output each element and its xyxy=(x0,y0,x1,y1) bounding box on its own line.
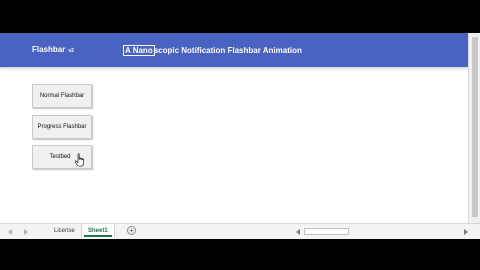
header-banner: Flashbar v2 A Nanoscopic Notification Fla… xyxy=(0,33,468,67)
sheet-tab-label: License xyxy=(54,228,75,234)
normal-flashbar-button[interactable]: Normal Flashbar xyxy=(32,84,92,108)
hand-pointer-icon xyxy=(74,153,84,167)
normal-flashbar-label: Normal Flashbar xyxy=(39,93,85,99)
app-name: Flashbar xyxy=(32,45,66,54)
headline-textbox[interactable]: A Nanoscopic Notification Flashbar Anima… xyxy=(123,45,302,56)
tab-scroll-right-icon[interactable] xyxy=(24,229,28,235)
sheet-tab-license[interactable]: License xyxy=(48,224,82,238)
progress-flashbar-label: Progress Flashbar xyxy=(37,124,87,130)
scroll-left-icon[interactable] xyxy=(296,229,300,235)
headline-selected-text: A Nano xyxy=(123,45,155,56)
horizontal-scrollbar[interactable] xyxy=(296,227,470,236)
app-title: Flashbar v2 xyxy=(32,45,74,54)
sheet-tab-sheet1[interactable]: Sheet1 xyxy=(81,224,115,238)
app-version: v2 xyxy=(68,48,74,54)
sheet-tab-label: Sheet1 xyxy=(88,228,108,234)
sheet-tab-bar: License Sheet1 + xyxy=(0,223,480,239)
progress-flashbar-button[interactable]: Progress Flashbar xyxy=(32,115,92,139)
vertical-scrollbar[interactable] xyxy=(468,33,480,239)
horizontal-scroll-track[interactable] xyxy=(304,227,462,236)
scroll-right-icon[interactable] xyxy=(464,229,468,235)
tab-scroll-left-icon[interactable] xyxy=(8,229,12,235)
headline-text: scopic Notification Flashbar Animation xyxy=(153,46,302,55)
add-sheet-icon[interactable]: + xyxy=(127,226,136,235)
horizontal-scroll-thumb[interactable] xyxy=(304,228,349,235)
testbed-label: Testbed xyxy=(49,154,71,160)
spreadsheet-window: Flashbar v2 A Nanoscopic Notification Fla… xyxy=(0,33,480,239)
vertical-scroll-thumb[interactable] xyxy=(472,37,478,217)
